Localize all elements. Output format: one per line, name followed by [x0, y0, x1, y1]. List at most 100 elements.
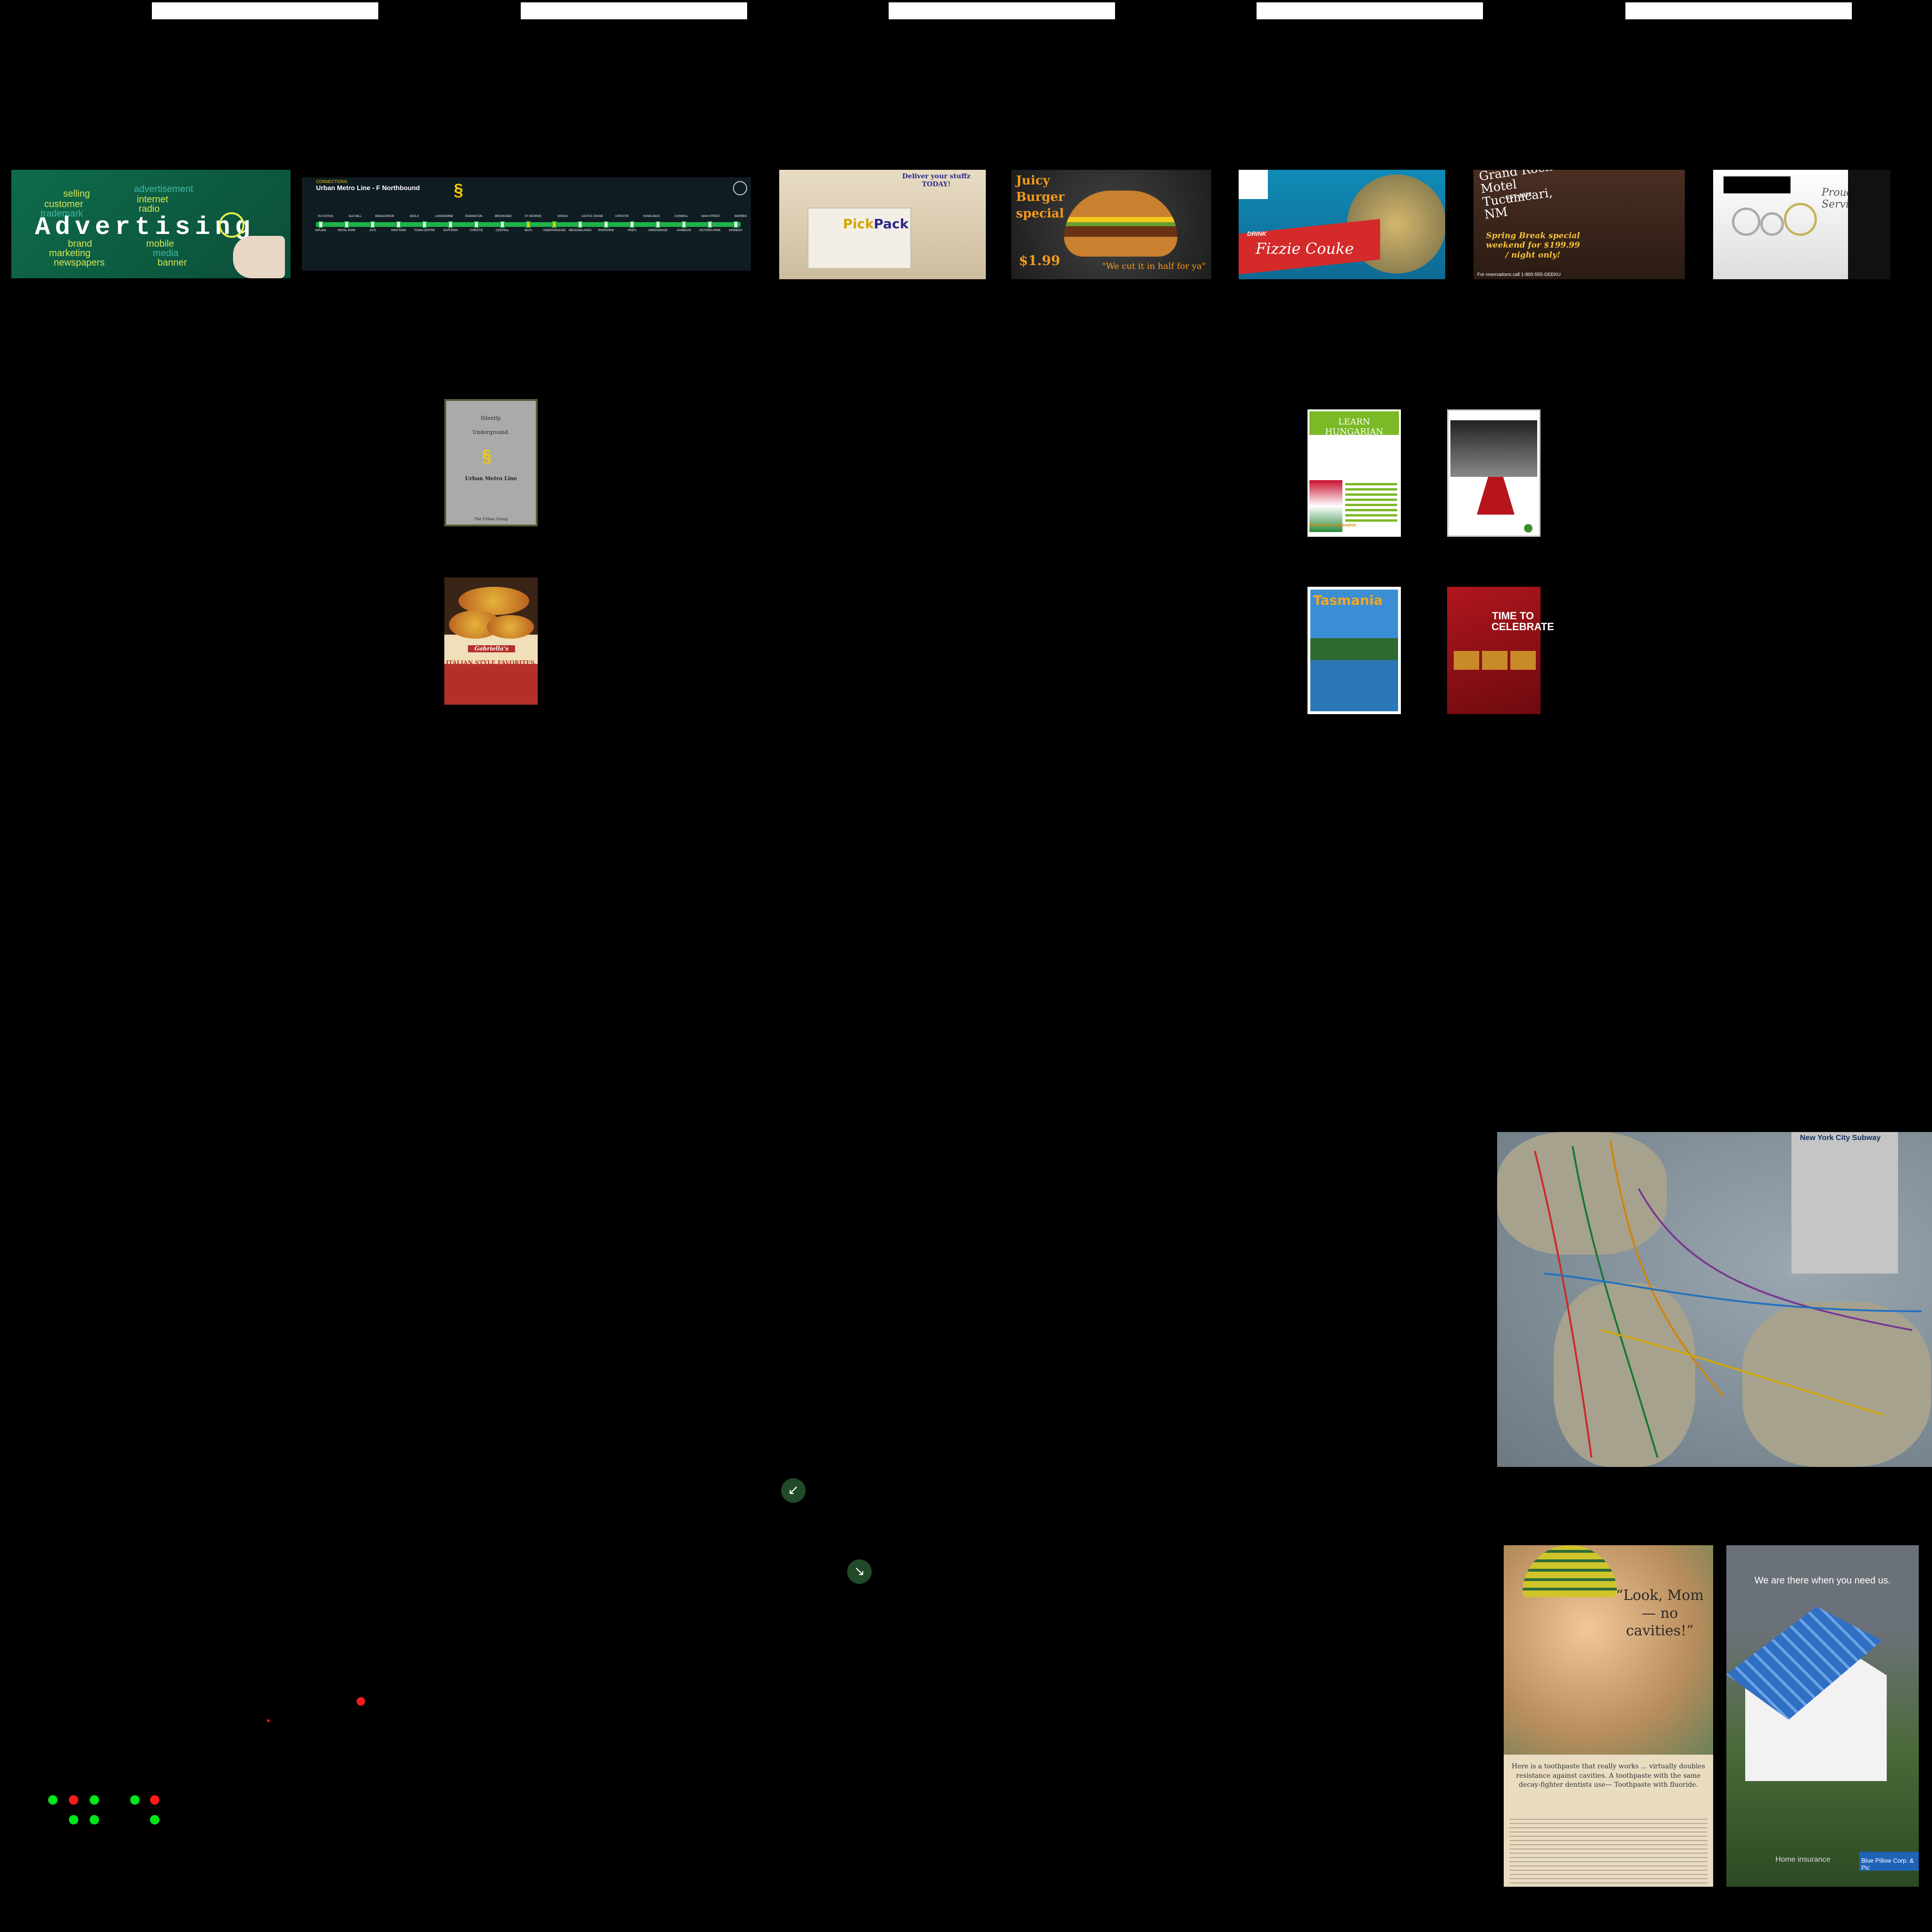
- metro-logo-icon: §: [482, 446, 492, 466]
- subway-map[interactable]: New York City Subway: [1497, 1132, 1932, 1467]
- station-marker[interactable]: [500, 221, 505, 228]
- station-marker[interactable]: [630, 221, 634, 228]
- motel-offer: Spring Break special weekend for $199.99…: [1486, 231, 1580, 260]
- station-label-top: CHESTER: [615, 215, 629, 218]
- burger-banner[interactable]: Juicy Burger special $1.99 "We cut it in…: [1011, 170, 1211, 279]
- station-label-top: MONACHIEDE: [375, 215, 395, 218]
- station-label-top: CASTLE CRANE: [581, 215, 603, 218]
- red-dot: [357, 1697, 365, 1706]
- motel-banner[interactable]: Grand Rock Motel Tucumcari, NM EST. 1922…: [1474, 170, 1685, 279]
- station-label-bottom: UNDERGROUND: [543, 229, 566, 232]
- station-marker[interactable]: [656, 221, 660, 228]
- celebrate-headline: TIME TO CELEBRATE: [1491, 610, 1554, 633]
- airline-poster[interactable]: [1447, 409, 1541, 537]
- motel-reservations: For reservations call 1-800-555-GEEKU: [1477, 272, 1561, 277]
- station-marker[interactable]: [578, 221, 583, 228]
- green-dot: [90, 1815, 99, 1824]
- station-label-top: ST GEORGE: [525, 215, 541, 218]
- word: banner: [158, 258, 187, 268]
- celebrate-poster[interactable]: TIME TO CELEBRATE: [1447, 587, 1554, 714]
- word: advertisement: [134, 184, 193, 194]
- station-label-bottom: TOWN CENTRE: [414, 229, 435, 232]
- silently-poster[interactable]: Silently. Underground. § Urban Metro Lin…: [444, 399, 538, 526]
- ring-icon: [1732, 208, 1760, 236]
- silently-line2: Underground.: [472, 429, 510, 435]
- station-marker[interactable]: [370, 221, 375, 228]
- top-tab-4[interactable]: [1257, 2, 1483, 19]
- metro-line-banner[interactable]: CONNECTIONS Urban Metro Line - F Northbo…: [302, 177, 751, 271]
- pizza-brand: Gabriella's: [468, 645, 515, 652]
- pickpack-tagline: Deliver your stuffz TODAY!: [902, 173, 971, 188]
- top-tab-1[interactable]: [152, 2, 378, 19]
- station-marker[interactable]: [682, 221, 686, 228]
- pizza-text: ITALIAN STYLE FAVORITES. TOPPINGS or DRE…: [446, 659, 536, 680]
- arrow-down-right-icon[interactable]: ↘: [847, 1559, 872, 1584]
- station-marker[interactable]: [344, 221, 349, 228]
- station-marker[interactable]: [422, 221, 427, 228]
- ring-icon: [1760, 212, 1784, 236]
- station-label-bottom: JAYS: [369, 229, 376, 232]
- map-legend: New York City Subway: [1791, 1132, 1898, 1274]
- red-dot: [69, 1795, 78, 1805]
- station-marker[interactable]: [733, 221, 738, 228]
- arrow-down-left-icon[interactable]: ↙: [781, 1478, 806, 1503]
- text-lines: [1345, 480, 1397, 525]
- logo-icon: [1524, 524, 1532, 533]
- station-marker[interactable]: [448, 221, 453, 228]
- station-label-bottom: HARBOUR: [676, 229, 691, 232]
- waiter-image: [1848, 170, 1890, 279]
- station-marker[interactable]: [474, 221, 479, 228]
- toothpaste-body: Here is a toothpaste that really works .…: [1511, 1763, 1706, 1789]
- ring-icon: [1784, 203, 1817, 236]
- drink-label: DRINK: [1247, 230, 1267, 237]
- station-marker[interactable]: [708, 221, 712, 228]
- top-tab-2[interactable]: [521, 2, 747, 19]
- station-label-top: LANSDOWNE: [435, 215, 453, 218]
- red-carpet-image: [1477, 477, 1515, 515]
- connections-label: CONNECTIONS: [316, 179, 348, 184]
- station-label-bottom: PINES: [627, 229, 636, 232]
- station-label-bottom: DUFFERIN: [443, 229, 458, 232]
- insurance-ad[interactable]: We are there when you need us. Home insu…: [1726, 1545, 1919, 1887]
- silently-line1: Silently.: [480, 415, 502, 421]
- jewelry-banner[interactable]: Proudly Serving: [1713, 170, 1890, 279]
- station-marker[interactable]: [552, 221, 557, 228]
- pickpack-brand: PickPack: [843, 216, 908, 232]
- airplane-image: [1450, 420, 1537, 477]
- tasmania-name: Tasmania: [1313, 592, 1383, 608]
- silently-brand: Urban Metro Line: [465, 475, 517, 482]
- station-label-top: SILTASTON: [317, 215, 333, 218]
- green-dot: [150, 1815, 159, 1824]
- circle-icon: [733, 181, 747, 195]
- toothpaste-ad[interactable]: “Look, Mom— no cavities!” Here is a toot…: [1504, 1545, 1713, 1887]
- station-label-bottom: HIGH PARK: [391, 229, 407, 232]
- pizza-poster[interactable]: Gabriella's ITALIAN STYLE FAVORITES. TOP…: [444, 577, 538, 705]
- station-marker[interactable]: [396, 221, 401, 228]
- station-marker[interactable]: [526, 221, 531, 228]
- hungarian-poster[interactable]: LEARN HUNGARIAN €135 hours preparation: [1307, 409, 1401, 537]
- insurance-corp: Blue Pillow Corp. & Pic: [1859, 1852, 1919, 1871]
- food-image: [1482, 651, 1507, 670]
- station-label-top: WARREN: [734, 215, 747, 218]
- word: newspapers: [54, 258, 105, 268]
- station-label-bottom: BAYS: [525, 229, 532, 232]
- station-label-top: MAIN STREET: [701, 215, 721, 218]
- black-label: [1724, 176, 1790, 193]
- station-marker[interactable]: [318, 221, 323, 228]
- station-label-top: GENOA: [558, 215, 568, 218]
- station-marker[interactable]: [604, 221, 608, 228]
- advertising-banner[interactable]: selling customer trademark brand marketi…: [11, 170, 291, 278]
- station-label-top: COSWELL: [674, 215, 688, 218]
- hand-image: [233, 236, 285, 278]
- body-columns: [1509, 1819, 1707, 1887]
- fizzie-banner[interactable]: DRINK Fizzie Couke: [1239, 170, 1445, 279]
- burger-image: [1064, 191, 1177, 257]
- food-image: [1454, 651, 1479, 670]
- metro-logo-icon: §: [454, 180, 464, 200]
- pickpack-banner[interactable]: Deliver your stuffz TODAY! PickPack: [779, 170, 986, 279]
- top-tab-3[interactable]: [889, 2, 1115, 19]
- station-label-bottom: KENNEDY: [729, 229, 743, 232]
- tasmania-poster[interactable]: Tasmania: [1307, 587, 1401, 714]
- pizza-image: [487, 615, 534, 639]
- top-tab-5[interactable]: [1625, 2, 1852, 19]
